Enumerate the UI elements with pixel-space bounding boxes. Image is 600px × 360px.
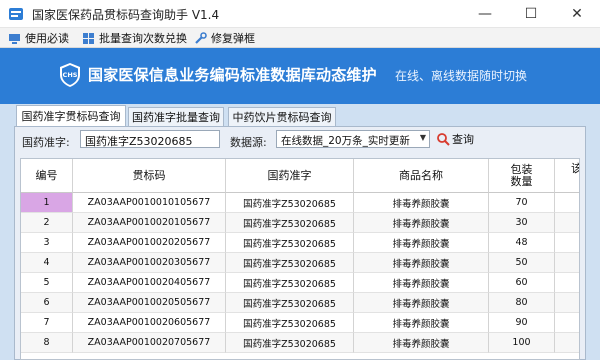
cell-approval[interactable]: 国药准字Z53020685 <box>226 193 354 213</box>
data-source-value: 在线数据_20万条_实时更新 <box>281 135 410 147</box>
cell-approval[interactable]: 国药准字Z53020685 <box>226 213 354 233</box>
chevron-down-icon: ▼ <box>419 133 426 142</box>
cell-more[interactable] <box>555 313 579 333</box>
header-more[interactable]: 该 <box>555 159 579 193</box>
fix-popup-menu-item[interactable]: 修复弹框 <box>194 30 255 46</box>
cell-more[interactable] <box>555 253 579 273</box>
cell-pack-quantity[interactable]: 50 <box>489 253 555 273</box>
cell-code[interactable]: ZA03AAP0010020105677 <box>73 213 226 233</box>
cell-more[interactable] <box>555 193 579 213</box>
cell-more[interactable] <box>555 333 579 353</box>
cell-product-name[interactable]: 排毒养颜胶囊 <box>354 253 489 273</box>
cell-pack-quantity[interactable]: 80 <box>489 293 555 313</box>
cell-more[interactable] <box>555 233 579 253</box>
tab-batch-query[interactable]: 国药准字批量查询 <box>128 107 224 126</box>
cell-index[interactable]: 4 <box>21 253 73 273</box>
banner-title: 国家医保信息业务编码标准数据库动态维护 <box>88 66 377 84</box>
header-approval[interactable]: 国药准字 <box>226 159 354 193</box>
cell-pack-quantity[interactable]: 48 <box>489 233 555 253</box>
search-button[interactable]: 查询 <box>436 130 474 148</box>
monitor-icon <box>9 33 20 44</box>
cell-more[interactable] <box>555 293 579 313</box>
window-title: 国家医保药品贯标码查询助手 V1.4 <box>32 8 220 22</box>
approval-label: 国药准字: <box>22 136 70 149</box>
cell-index[interactable]: 3 <box>21 233 73 253</box>
chs-logo: CHS <box>60 63 80 87</box>
cell-index[interactable]: 6 <box>21 293 73 313</box>
app-window: 国家医保药品贯标码查询助手 V1.4 — ☐ ✕ 使用必读 批量查询次数兑换 修… <box>0 0 600 360</box>
approval-number-input[interactable]: 国药准字Z53020685 <box>80 130 220 148</box>
batch-redeem-label: 批量查询次数兑换 <box>99 32 187 45</box>
search-label: 查询 <box>452 133 474 146</box>
cell-pack-quantity[interactable]: 90 <box>489 313 555 333</box>
fix-popup-label: 修复弹框 <box>211 32 255 45</box>
cell-product-name[interactable]: 排毒养颜胶囊 <box>354 273 489 293</box>
cell-pack-quantity[interactable]: 60 <box>489 273 555 293</box>
cell-index[interactable]: 5 <box>21 273 73 293</box>
cell-approval[interactable]: 国药准字Z53020685 <box>226 233 354 253</box>
wrench-icon <box>195 31 207 44</box>
maximize-button[interactable]: ☐ <box>508 0 554 28</box>
header-pack-quantity[interactable]: 包装数量 <box>489 159 555 193</box>
cell-approval[interactable]: 国药准字Z53020685 <box>226 333 354 353</box>
cell-code[interactable]: ZA03AAP0010020705677 <box>73 333 226 353</box>
header-banner: CHS 国家医保信息业务编码标准数据库动态维护 在线、离线数据随时切换 <box>0 48 600 104</box>
cell-code[interactable]: ZA03AAP0010020605677 <box>73 313 226 333</box>
header-code[interactable]: 贯标码 <box>73 159 226 193</box>
cell-index[interactable]: 2 <box>21 213 73 233</box>
cell-code[interactable]: ZA03AAP0010020405677 <box>73 273 226 293</box>
cell-product-name[interactable]: 排毒养颜胶囊 <box>354 313 489 333</box>
search-icon <box>437 133 450 146</box>
cell-product-name[interactable]: 排毒养颜胶囊 <box>354 333 489 353</box>
cell-product-name[interactable]: 排毒养颜胶囊 <box>354 213 489 233</box>
title-bar: 国家医保药品贯标码查询助手 V1.4 — ☐ ✕ <box>0 0 600 28</box>
cell-product-name[interactable]: 排毒养颜胶囊 <box>354 193 489 213</box>
header-product-name[interactable]: 商品名称 <box>354 159 489 193</box>
cell-code[interactable]: ZA03AAP0010020305677 <box>73 253 226 273</box>
cell-code[interactable]: ZA03AAP0010010105677 <box>73 193 226 213</box>
cell-more[interactable] <box>555 273 579 293</box>
cell-index[interactable]: 7 <box>21 313 73 333</box>
results-table: 编号 贯标码 国药准字 商品名称 包装数量 该 1ZA03AAP00100101… <box>20 158 580 360</box>
batch-redeem-menu-item[interactable]: 批量查询次数兑换 <box>82 30 187 46</box>
cell-approval[interactable]: 国药准字Z53020685 <box>226 313 354 333</box>
tab-approval-query[interactable]: 国药准字贯标码查询 <box>16 105 126 126</box>
minimize-button[interactable]: — <box>462 0 508 28</box>
cell-index[interactable]: 8 <box>21 333 73 353</box>
readme-label: 使用必读 <box>25 32 69 45</box>
cell-product-name[interactable]: 排毒养颜胶囊 <box>354 293 489 313</box>
tab-herb-query[interactable]: 中药饮片贯标码查询 <box>228 107 336 126</box>
cell-more[interactable] <box>555 213 579 233</box>
cell-pack-quantity[interactable]: 70 <box>489 193 555 213</box>
cell-code[interactable]: ZA03AAP0010020505677 <box>73 293 226 313</box>
data-source-label: 数据源: <box>230 136 267 149</box>
cell-approval[interactable]: 国药准字Z53020685 <box>226 273 354 293</box>
grid-icon <box>83 32 94 44</box>
data-source-select[interactable]: 在线数据_20万条_实时更新 ▼ <box>276 130 430 148</box>
banner-subtitle: 在线、离线数据随时切换 <box>395 69 528 83</box>
cell-index[interactable]: 1 <box>21 193 73 213</box>
readme-menu-item[interactable]: 使用必读 <box>8 30 69 46</box>
close-button[interactable]: ✕ <box>554 0 600 28</box>
app-logo-icon <box>9 8 23 20</box>
cell-approval[interactable]: 国药准字Z53020685 <box>226 253 354 273</box>
cell-pack-quantity[interactable]: 30 <box>489 213 555 233</box>
cell-code[interactable]: ZA03AAP0010020205677 <box>73 233 226 253</box>
cell-approval[interactable]: 国药准字Z53020685 <box>226 293 354 313</box>
cell-product-name[interactable]: 排毒养颜胶囊 <box>354 233 489 253</box>
toolbar: 使用必读 批量查询次数兑换 修复弹框 <box>0 28 600 48</box>
svg-text:CHS: CHS <box>63 71 78 79</box>
cell-pack-quantity[interactable]: 100 <box>489 333 555 353</box>
header-index[interactable]: 编号 <box>21 159 73 193</box>
